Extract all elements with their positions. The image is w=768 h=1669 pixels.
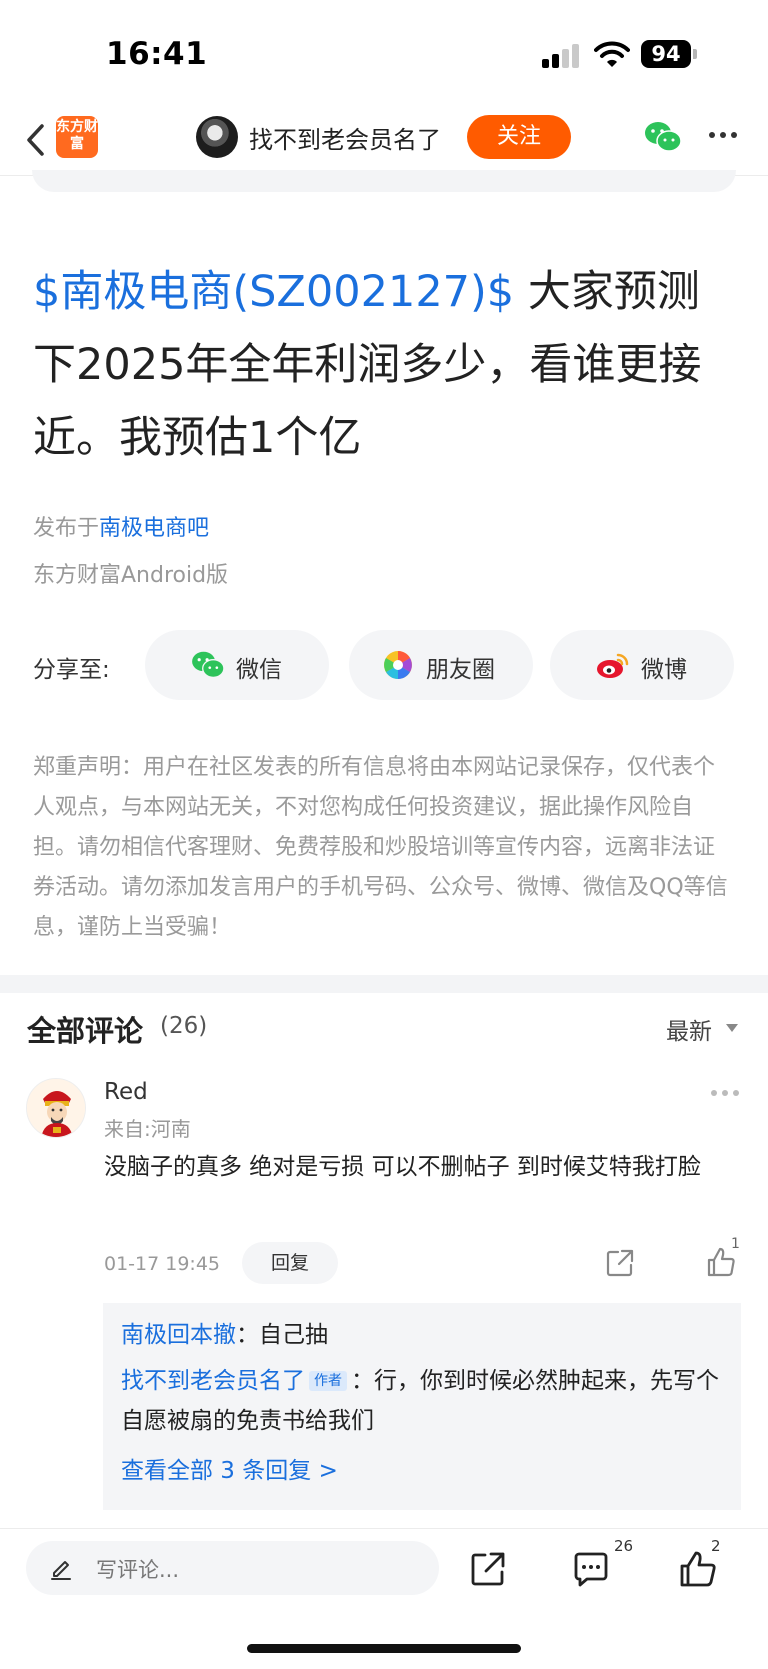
share-weibo-label: 微博 xyxy=(641,657,687,683)
forum-link[interactable]: 南极电商吧 xyxy=(99,516,209,541)
bottom-action-bar: 写评论... 26 2 xyxy=(0,1528,768,1669)
like-count-badge: 2 xyxy=(711,1537,721,1555)
battery-tip xyxy=(693,49,697,59)
moments-icon xyxy=(384,651,412,679)
follow-button[interactable]: 关注 xyxy=(467,115,571,159)
status-bar: 16:41 94 xyxy=(0,0,768,110)
share-wechat-button[interactable]: 微信 xyxy=(145,630,329,700)
stock-tag-link[interactable]: $南极电商(SZ002127)$ xyxy=(33,267,514,317)
home-indicator xyxy=(247,1644,521,1653)
comment-location: 来自:河南 xyxy=(104,1117,191,1141)
comment-time: 01-17 19:45 xyxy=(104,1253,221,1275)
comment-username[interactable]: Red xyxy=(104,1079,148,1105)
more-icon[interactable] xyxy=(709,130,739,140)
reply-username[interactable]: 找不到老会员名了 xyxy=(121,1368,305,1394)
avatar[interactable] xyxy=(26,1078,86,1138)
comments-title: 全部评论 xyxy=(27,1014,144,1048)
sort-dropdown[interactable]: 最新 xyxy=(666,1012,712,1046)
author-name[interactable]: 找不到老会员名了 xyxy=(249,120,441,155)
post-client: 东方财富Android版 xyxy=(33,563,229,588)
share-icon[interactable] xyxy=(468,1549,508,1589)
share-icon[interactable] xyxy=(605,1248,635,1278)
share-label: 分享至: xyxy=(33,657,110,683)
reply-thread: 南极回本撤：自己抽 找不到老会员名了 作者 ：行，你到时候必然肿起来，先写个自愿被扇… xyxy=(103,1303,741,1510)
reply-username[interactable]: 南极回本撤 xyxy=(121,1322,236,1348)
disclaimer-text: 郑重声明：用户在社区发表的所有信息将由本网站记录保存，仅代表个人观点，与本网站无… xyxy=(33,755,728,940)
wechat-share-icon[interactable] xyxy=(644,120,682,154)
collapsed-content-edge xyxy=(32,170,736,192)
reply-separator: ： xyxy=(351,1368,374,1394)
reply-item: 南极回本撤：自己抽 xyxy=(121,1315,721,1355)
share-moments-button[interactable]: 朋友圈 xyxy=(349,630,533,700)
published-in: 发布于南极电商吧 xyxy=(33,510,209,542)
comment-input-placeholder: 写评论... xyxy=(96,1558,180,1582)
weibo-icon xyxy=(597,653,629,678)
wifi-icon xyxy=(594,41,630,67)
wechat-icon xyxy=(192,651,225,679)
comment-more-icon[interactable] xyxy=(711,1088,741,1098)
comment-text: 没脑子的真多 绝对是亏损 可以不删帖子 到时候艾特我打脸 xyxy=(104,1154,701,1180)
reply-button[interactable]: 回复 xyxy=(242,1242,338,1284)
back-icon[interactable] xyxy=(22,120,50,160)
author-avatar[interactable] xyxy=(196,116,238,158)
comment-icon[interactable] xyxy=(571,1549,611,1589)
nav-header: 东方财富 找不到老会员名了 关注 xyxy=(0,110,768,176)
pencil-icon xyxy=(51,1561,71,1580)
comments-count: (26) xyxy=(160,1013,208,1039)
share-moments-label: 朋友圈 xyxy=(426,657,495,683)
app-logo[interactable]: 东方财富 xyxy=(56,116,98,158)
comment-input[interactable]: 写评论... xyxy=(26,1541,439,1595)
app-logo-text: 东方财富 xyxy=(56,119,98,152)
section-divider xyxy=(0,975,768,993)
view-all-replies-link[interactable]: 查看全部 3 条回复 > xyxy=(121,1451,338,1485)
comment-like-count: 1 xyxy=(731,1236,740,1252)
cellular-signal-icon xyxy=(542,42,582,68)
caret-down-icon[interactable] xyxy=(726,1024,738,1032)
share-weibo-button[interactable]: 微博 xyxy=(550,630,734,700)
battery-level: 94 xyxy=(641,40,691,68)
comment-count-badge: 26 xyxy=(614,1537,634,1555)
share-wechat-label: 微信 xyxy=(236,657,282,683)
avatar-image xyxy=(27,1079,85,1137)
author-tag-badge: 作者 xyxy=(309,1371,347,1391)
reply-item: 找不到老会员名了 作者 ：行，你到时候必然肿起来，先写个自愿被扇的免责书给我们 xyxy=(121,1361,721,1441)
thumbs-up-icon[interactable] xyxy=(678,1549,718,1589)
reply-separator: ： xyxy=(236,1322,259,1348)
status-time: 16:41 xyxy=(106,36,208,72)
post-title: $南极电商(SZ002127)$ 大家预测下2025年全年利润多少，看谁更接近。… xyxy=(33,256,738,475)
reply-text: 自己抽 xyxy=(259,1322,328,1348)
published-prefix: 发布于 xyxy=(33,516,100,541)
